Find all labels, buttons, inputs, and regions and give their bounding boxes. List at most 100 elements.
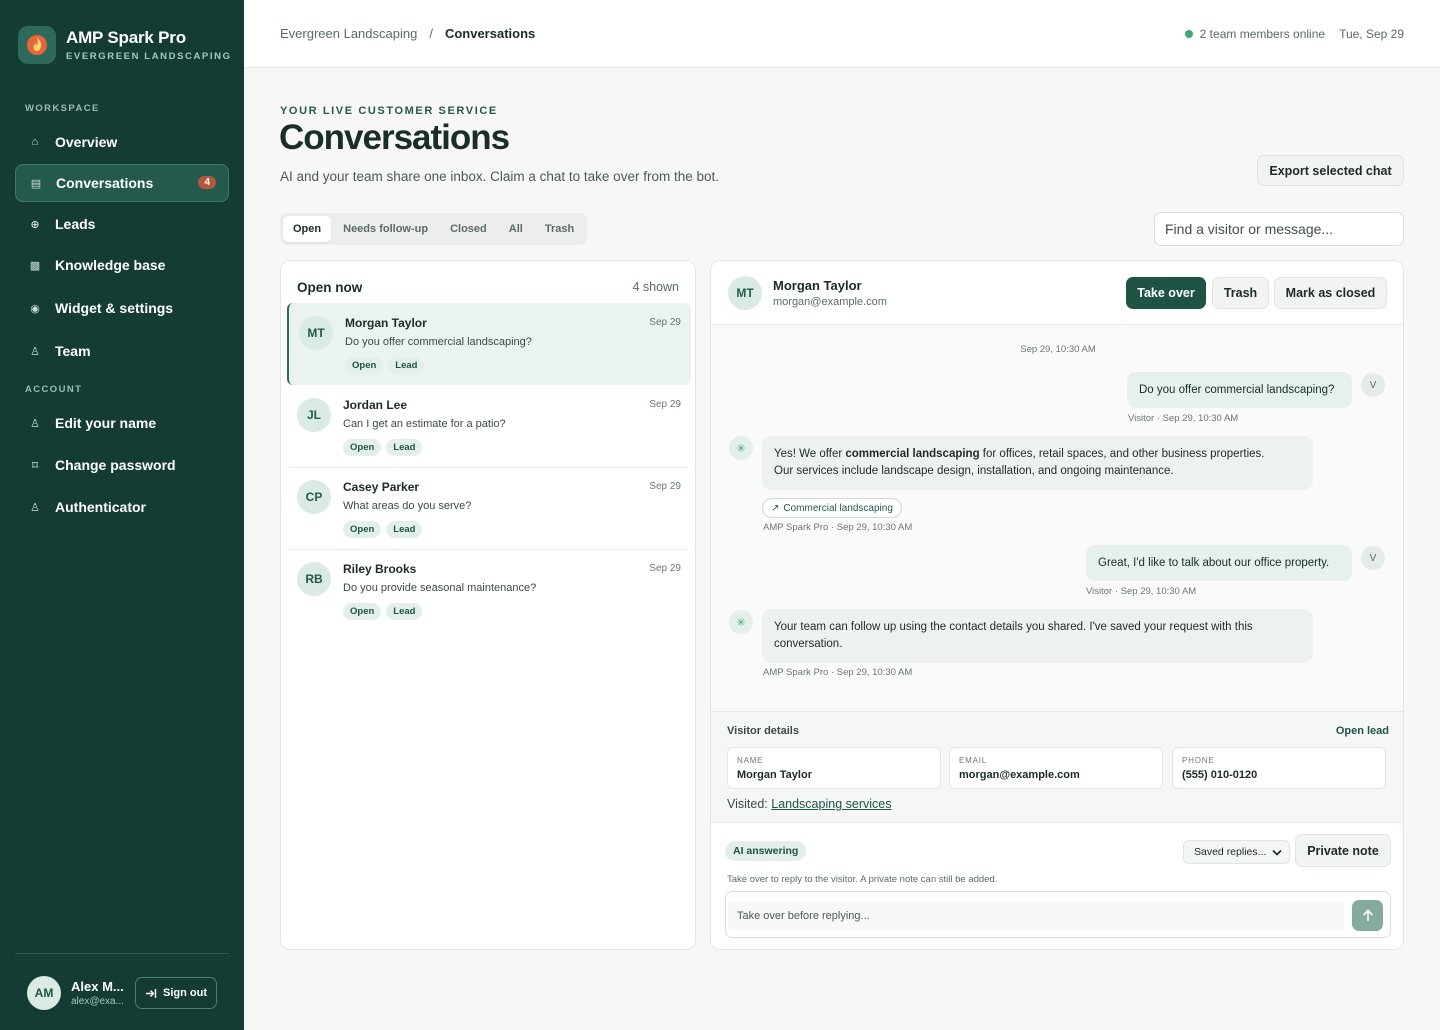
- send-button[interactable]: [1352, 900, 1383, 931]
- brand-subtitle: EVERGREEN LANDSCAPING: [66, 51, 232, 62]
- user-name: Alex M...: [71, 979, 124, 994]
- breadcrumb-root[interactable]: Evergreen Landscaping: [280, 26, 417, 41]
- lock-icon: ⌑: [32, 459, 38, 472]
- target-icon: ⊕: [30, 218, 40, 231]
- sidebar-item-authenticator[interactable]: ♙ Authenticator: [15, 488, 229, 526]
- field-label: NAME: [737, 756, 764, 765]
- book-icon: ▩: [29, 259, 41, 272]
- breadcrumb-separator: /: [429, 26, 433, 41]
- list-item[interactable]: CP Casey Parker Sep 29 What areas do you…: [287, 467, 691, 549]
- reply-input[interactable]: [728, 902, 1344, 930]
- search-input[interactable]: [1154, 212, 1404, 246]
- conversation-name: Casey Parker: [343, 480, 420, 494]
- status-tag: Open: [345, 357, 384, 374]
- current-date: Tue, Sep 29: [1339, 27, 1404, 41]
- sidebar-item-conversations[interactable]: ▤ Conversations 4: [15, 164, 229, 202]
- conversation-date: Sep 29: [649, 481, 681, 492]
- user-profile[interactable]: AM Alex M... alex@exa...: [27, 976, 127, 1010]
- contact-name: Morgan Taylor: [773, 278, 862, 293]
- sidebar-item-leads[interactable]: ⊕ Leads: [15, 205, 229, 243]
- conversation-preview: What areas do you serve?: [343, 500, 472, 512]
- conversation-name: Riley Brooks: [343, 562, 417, 576]
- user-email: alex@exa...: [71, 996, 124, 1007]
- lead-tag: Lead: [386, 521, 423, 538]
- contact-email: morgan@example.com: [773, 296, 887, 308]
- details-title: Visitor details: [727, 725, 799, 737]
- conversation-name: Morgan Taylor: [345, 316, 427, 330]
- bot-message: Yes! We offer commercial landscaping for…: [762, 436, 1313, 490]
- list-item[interactable]: RB Riley Brooks Sep 29 Do you provide se…: [287, 549, 691, 631]
- tab-trash[interactable]: Trash: [535, 216, 584, 242]
- saved-replies-select[interactable]: Saved replies...: [1183, 840, 1290, 864]
- home-icon: ⌂: [31, 136, 39, 148]
- tab-all[interactable]: All: [499, 216, 533, 242]
- conversation-preview: Can I get an estimate for a patio?: [343, 418, 506, 430]
- name-field[interactable]: NAME Morgan Taylor: [727, 747, 941, 789]
- sidebar-item-change-password[interactable]: ⌑ Change password: [15, 446, 229, 484]
- sign-out-icon: [146, 988, 157, 998]
- flame-logo-icon: [18, 26, 56, 64]
- status-tabs: Open Needs follow-up Closed All Trash: [280, 213, 588, 245]
- avatar: CP: [297, 480, 331, 514]
- export-chat-button[interactable]: Export selected chat: [1257, 155, 1404, 186]
- sidebar-item-widget-settings[interactable]: ◉ Widget & settings: [15, 289, 229, 327]
- day-stamp: Sep 29, 10:30 AM: [1020, 344, 1096, 355]
- visited-page-link[interactable]: Landscaping services: [771, 797, 891, 811]
- conversation-name: Jordan Lee: [343, 398, 408, 412]
- saved-replies-label: Saved replies...: [1194, 846, 1267, 858]
- conversation-date: Sep 29: [649, 563, 681, 574]
- open-lead-link[interactable]: Open lead: [1336, 725, 1389, 737]
- visited-label: Visited:: [727, 797, 768, 811]
- brand-name: AMP Spark Pro: [66, 28, 186, 47]
- avatar: AM: [27, 976, 61, 1010]
- message-thread[interactable]: Sep 29, 10:30 AM Do you offer commercial…: [711, 325, 1403, 711]
- mark-closed-button[interactable]: Mark as closed: [1274, 277, 1387, 309]
- sidebar-item-label: Team: [55, 343, 91, 359]
- conversation-date: Sep 29: [649, 317, 681, 328]
- person-icon: ♙: [30, 417, 40, 430]
- top-bar: Evergreen Landscaping / Conversations 2 …: [244, 0, 1440, 68]
- list-item[interactable]: JL Jordan Lee Sep 29 Can I get an estima…: [287, 385, 691, 467]
- list-count: 4 shown: [632, 280, 679, 294]
- message-meta: Visitor · Sep 29, 10:30 AM: [1086, 586, 1197, 597]
- arrow-up-icon: [1362, 909, 1373, 921]
- phone-field[interactable]: PHONE (555) 010-0120: [1172, 747, 1386, 789]
- brand[interactable]: AMP Spark Pro EVERGREEN LANDSCAPING: [18, 26, 232, 64]
- chat-panel: MT Morgan Taylor morgan@example.com Take…: [710, 260, 1404, 950]
- tab-closed[interactable]: Closed: [440, 216, 497, 242]
- private-note-button[interactable]: Private note: [1295, 834, 1391, 867]
- message-text: Our services include landscape design, i…: [774, 465, 1174, 477]
- email-field[interactable]: EMAIL morgan@example.com: [949, 747, 1163, 789]
- field-value: morgan@example.com: [959, 769, 1080, 781]
- tab-needs-follow-up[interactable]: Needs follow-up: [333, 216, 438, 242]
- external-link-icon: ↗: [771, 502, 780, 514]
- sidebar-item-team[interactable]: ♙ Team: [15, 332, 229, 370]
- message-text: for offices, retail spaces, and other bu…: [979, 448, 1265, 460]
- take-over-button[interactable]: Take over: [1126, 277, 1206, 309]
- message-meta: AMP Spark Pro · Sep 29, 10:30 AM: [763, 667, 913, 678]
- sidebar-item-label: Overview: [55, 134, 118, 150]
- message-highlight: commercial landscaping: [845, 448, 980, 460]
- avatar: JL: [297, 398, 331, 432]
- ai-status-badge: AI answering: [725, 841, 807, 861]
- lead-tag: Lead: [386, 603, 423, 620]
- avatar: RB: [297, 562, 331, 596]
- account-section-label: ACCOUNT: [25, 384, 83, 395]
- widget-icon: ◉: [30, 302, 40, 315]
- sidebar-item-overview[interactable]: ⌂ Overview: [15, 123, 229, 161]
- lead-tag: Lead: [388, 357, 425, 374]
- list-item[interactable]: MT Morgan Taylor Sep 29 Do you offer com…: [287, 303, 691, 385]
- shield-icon: ♙: [30, 501, 40, 514]
- unread-count-badge: 4: [198, 176, 216, 189]
- trash-button[interactable]: Trash: [1212, 277, 1269, 309]
- sidebar-item-label: Edit your name: [55, 415, 157, 431]
- sign-out-label: Sign out: [163, 987, 207, 999]
- sidebar-item-knowledge-base[interactable]: ▩ Knowledge base: [15, 246, 229, 284]
- sidebar-item-edit-name[interactable]: ♙ Edit your name: [15, 404, 229, 442]
- sign-out-button[interactable]: Sign out: [135, 977, 217, 1009]
- source-chip[interactable]: ↗ Commercial landscaping: [762, 498, 902, 518]
- tab-open[interactable]: Open: [283, 216, 332, 242]
- message-meta: Visitor · Sep 29, 10:30 AM: [1128, 413, 1239, 424]
- online-status-text: 2 team members online: [1199, 27, 1326, 41]
- message-text: Yes! We offer: [774, 448, 846, 460]
